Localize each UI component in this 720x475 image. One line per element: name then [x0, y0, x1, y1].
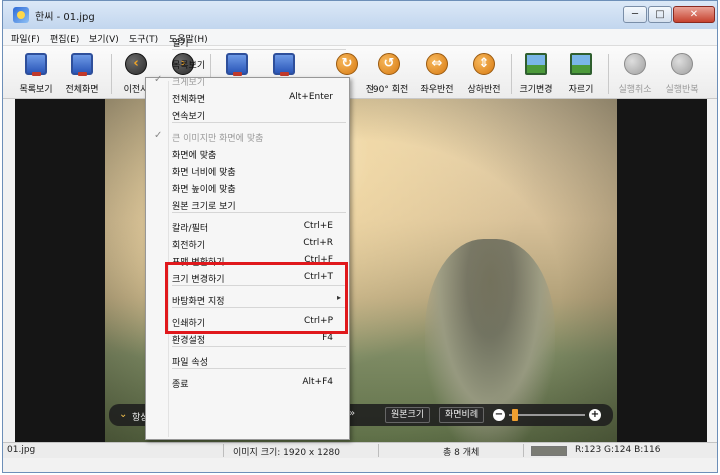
context-menu-shortcut: Ctrl+R: [303, 238, 333, 248]
status-divider: [378, 444, 379, 457]
fullscreen-icon: [71, 53, 93, 76]
context-menu-item[interactable]: ✓ 크게보기: [148, 72, 347, 88]
context-menu-item[interactable]: 화면에 맞춤: [148, 145, 347, 161]
context-menu-item[interactable]: 목록보기: [148, 55, 347, 71]
context-menu-item[interactable]: 전체화면 Alt+Enter: [148, 89, 347, 105]
context-menu-item[interactable]: 파일 속성: [148, 352, 347, 368]
app-icon: [13, 7, 29, 23]
image-viewer[interactable]: [15, 99, 707, 442]
toolbar-flip-vertical-button[interactable]: ⇕ 상하반전: [455, 50, 513, 96]
context-menu-item[interactable]: 연속보기: [148, 106, 347, 122]
context-menu-item-label: 열기: [172, 39, 189, 49]
context-menu-item[interactable]: ✓ 큰 이미지만 화면에 맞춤: [148, 128, 347, 144]
toolbar-label: 전체화면: [65, 85, 99, 95]
status-divider: [223, 444, 224, 457]
context-menu-item-label: 전체화면: [172, 95, 206, 105]
flip-horizontal-icon: ⇔: [426, 53, 448, 75]
menu-separator: [172, 346, 346, 347]
context-menu-item-label: 원본 크기로 보기: [172, 202, 236, 212]
menu-file[interactable]: 파일(F): [11, 32, 40, 45]
context-menu-item[interactable]: 회전하기 Ctrl+R: [148, 235, 347, 251]
menu-separator: [172, 49, 346, 50]
app-window: 한씨 - 01.jpg ─ □ ✕ 파일(F) 편집(E) 보기(V) 도구(T…: [2, 0, 718, 473]
menu-separator: [172, 212, 346, 213]
menu-separator: [172, 368, 346, 369]
status-image-size: 이미지 크기: 1920 x 1280: [233, 448, 341, 458]
maximize-button[interactable]: □: [648, 6, 672, 23]
context-menu-item[interactable]: 화면 높이에 맞춤: [148, 179, 347, 195]
menu-view[interactable]: 보기(V): [89, 32, 119, 45]
status-count: 총 8 개체: [443, 448, 480, 458]
zoom-out-button[interactable]: −: [493, 409, 505, 421]
list-view-icon: [25, 53, 47, 76]
rotate-left-icon: ↺: [378, 53, 400, 75]
context-menu-item-label: 화면에 맞춤: [172, 151, 217, 161]
zoom-slider-handle[interactable]: [512, 409, 518, 421]
context-menu: 열기목록보기 ✓ 크게보기전체화면 Alt+Enter 연속보기 ✓ 큰 이미지만 화면에 …: [145, 39, 350, 440]
context-menu-shortcut: Ctrl+E: [303, 221, 333, 231]
menu-edit[interactable]: 편집(E): [50, 32, 79, 45]
toolbar-label: 자르기: [568, 85, 594, 95]
context-menu-item[interactable]: 화면 너비에 맞춤: [148, 162, 347, 178]
context-menu-item-label: 목록보기: [172, 61, 206, 71]
context-menu-item-label: 회전하기: [172, 241, 206, 251]
context-menu-item[interactable]: 종료 Alt+F4: [148, 374, 347, 390]
context-menu-shortcut: Alt+Enter: [289, 92, 333, 102]
status-bar: 01.jpg 이미지 크기: 1920 x 1280 총 8 개체 R:123 …: [3, 442, 717, 458]
fit-screen-button[interactable]: 화면비례: [439, 407, 485, 423]
close-button[interactable]: ✕: [673, 6, 715, 23]
chevron-down-icon[interactable]: ⌄: [119, 409, 127, 420]
context-menu-item[interactable]: 원본 크기로 보기: [148, 196, 347, 212]
status-rgb: R:123 G:124 B:116: [575, 445, 661, 455]
title-bar: 한씨 - 01.jpg ─ □ ✕: [3, 1, 717, 29]
checkmark-icon: ✓: [154, 74, 163, 85]
original-size-button[interactable]: 원본크기: [385, 407, 431, 423]
context-menu-item-label: 종료: [172, 380, 189, 390]
menu-bar: 파일(F) 편집(E) 보기(V) 도구(T) 도움말(H): [3, 29, 717, 46]
pixel-color-swatch: [531, 446, 567, 456]
redo-icon: [671, 53, 693, 75]
previous-arrow-icon: ‹: [125, 53, 147, 75]
zoom-slider[interactable]: [509, 414, 585, 416]
context-menu-shortcut: F4: [322, 333, 333, 343]
toolbar-label: 상하반전: [467, 85, 501, 95]
minimize-button[interactable]: ─: [623, 6, 647, 23]
context-menu-item-label: 큰 이미지만 화면에 맞춤: [172, 134, 264, 144]
context-menu-item-label: 환경설정: [172, 336, 206, 346]
context-menu-item[interactable]: 열기: [148, 33, 347, 49]
toolbar-redo-button[interactable]: 실행반복: [653, 50, 711, 96]
window-title: 한씨 - 01.jpg: [35, 12, 95, 23]
context-menu-item-label: 화면 높이에 맞춤: [172, 185, 236, 195]
toolbar-crop-button[interactable]: 자르기: [552, 50, 610, 96]
context-menu-shortcut: Alt+F4: [302, 377, 333, 387]
toolbar-label: 실행반복: [665, 85, 699, 95]
context-menu-item[interactable]: 칼라/필터 Ctrl+E: [148, 218, 347, 234]
context-menu-item-label: 화면 너비에 맞춤: [172, 168, 236, 178]
menu-separator: [172, 122, 346, 123]
zoom-in-button[interactable]: +: [589, 409, 601, 421]
highlight-box: [165, 262, 348, 334]
toolbar: 목록보기 전체화면 ‹ 이전사 › ↻ 전 ↺ -90° 회전 ⇔ 좌우반전 ⇕…: [3, 46, 717, 99]
context-menu-item-label: 연속보기: [172, 112, 206, 122]
toolbar-fullscreen-button[interactable]: 전체화면: [53, 50, 111, 96]
resize-icon: [525, 53, 547, 75]
status-filename: 01.jpg: [7, 445, 36, 455]
crop-icon: [570, 53, 592, 75]
checkmark-icon: ✓: [154, 130, 163, 141]
status-divider: [523, 444, 524, 457]
context-menu-item-label: 크게보기: [172, 78, 206, 88]
context-menu-item-label: 파일 속성: [172, 358, 208, 368]
undo-icon: [624, 53, 646, 75]
flip-vertical-icon: ⇕: [473, 53, 495, 75]
context-menu-item-label: 칼라/필터: [172, 224, 209, 234]
